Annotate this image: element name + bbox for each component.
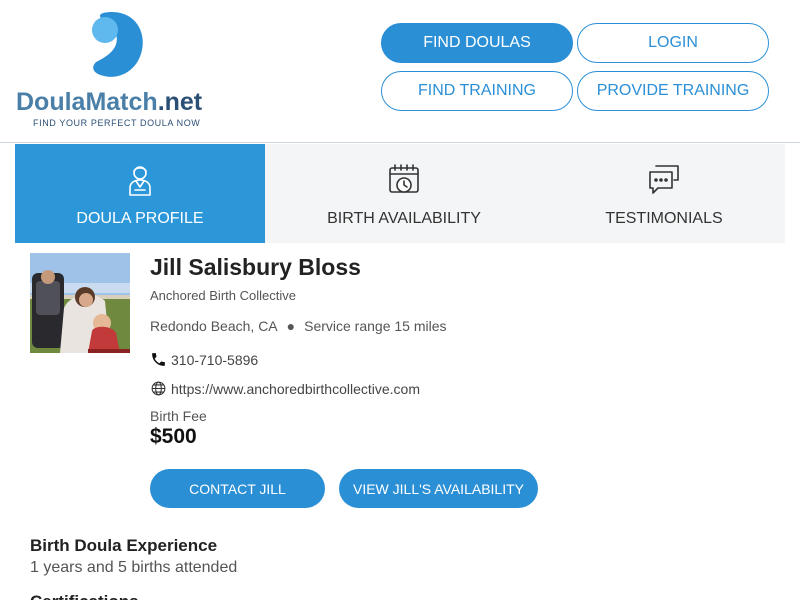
logo-name: DoulaMatch <box>16 88 158 116</box>
experience-text: 1 years and 5 births attended <box>30 559 238 576</box>
tab-label: TESTIMONIALS <box>605 210 723 227</box>
tab-birth-availability[interactable]: BIRTH AVAILABILITY <box>265 144 543 243</box>
fee-label: Birth Fee <box>150 408 207 424</box>
profile-tabs: DOULA PROFILE BIRTH AVAILABILITY TESTIMO… <box>15 144 785 243</box>
chat-bubbles-icon <box>649 165 679 194</box>
doula-name: Jill Salisbury Bloss <box>150 254 361 280</box>
website-link[interactable]: https://www.anchoredbirthcollective.com <box>171 381 420 397</box>
tab-testimonials[interactable]: TESTIMONIALS <box>543 144 785 243</box>
experience-title: Birth Doula Experience <box>30 536 218 555</box>
tab-label: BIRTH AVAILABILITY <box>327 210 481 227</box>
logo-tagline: FIND YOUR PERFECT DOULA NOW <box>33 118 201 128</box>
service-range: Service range 15 miles <box>304 318 447 334</box>
phone-icon <box>152 353 165 366</box>
site-header: DoulaMatch.net FIND YOUR PERFECT DOULA N… <box>0 0 800 143</box>
contact-doula-button[interactable]: CONTACT JILL <box>150 469 325 508</box>
phone-number[interactable]: 310-710-5896 <box>171 352 258 368</box>
logo-tld: .net <box>157 88 203 116</box>
logo-mark-icon <box>92 12 143 77</box>
location-line: Redondo Beach, CA ● Service range 15 mil… <box>150 318 447 334</box>
separator-dot: ● <box>286 318 296 334</box>
logo-wordmark: DoulaMatch.net <box>16 88 202 117</box>
tab-doula-profile[interactable]: DOULA PROFILE <box>15 144 265 243</box>
find-doulas-button[interactable]: FIND DOULAS <box>381 23 573 63</box>
person-icon <box>129 166 151 196</box>
next-section-title: Certifications <box>30 592 139 600</box>
doula-organization: Anchored Birth Collective <box>150 288 296 303</box>
calendar-clock-icon <box>389 164 419 193</box>
doula-photo <box>30 253 130 353</box>
fee-value: $500 <box>150 425 197 448</box>
login-button[interactable]: LOGIN <box>577 23 769 63</box>
doula-location: Redondo Beach, CA <box>150 318 278 334</box>
website-line[interactable]: https://www.anchoredbirthcollective.com <box>150 380 420 397</box>
profile-photo-image <box>30 253 130 353</box>
phone-line[interactable]: 310-710-5896 <box>150 351 258 368</box>
site-logo[interactable]: DoulaMatch.net FIND YOUR PERFECT DOULA N… <box>16 10 221 132</box>
provide-training-button[interactable]: PROVIDE TRAINING <box>577 71 769 111</box>
globe-icon <box>151 381 166 396</box>
tab-label: DOULA PROFILE <box>76 210 204 227</box>
find-training-button[interactable]: FIND TRAINING <box>381 71 573 111</box>
view-availability-button[interactable]: VIEW JILL'S AVAILABILITY <box>339 469 538 508</box>
